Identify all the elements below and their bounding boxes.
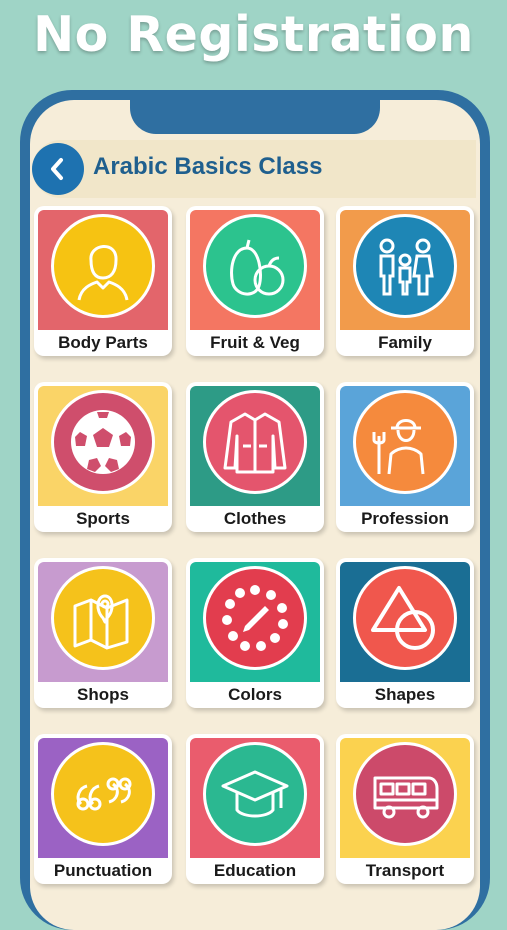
category-label: Transport xyxy=(365,861,445,880)
headline: No Registration xyxy=(33,6,474,63)
category-label: Clothes xyxy=(223,509,287,528)
category-label: Body Parts xyxy=(58,333,148,352)
map-pin-icon xyxy=(73,594,129,650)
icon-circle xyxy=(51,214,155,318)
palette-icon xyxy=(222,585,288,651)
icon-circle xyxy=(353,566,457,670)
icon-circle xyxy=(51,566,155,670)
category-label: Family xyxy=(378,333,432,352)
icon-circle xyxy=(353,390,457,494)
icon-circle xyxy=(203,742,307,846)
category-label: Shapes xyxy=(374,685,436,704)
category-tile[interactable]: Fruit & Veg xyxy=(186,206,324,356)
back-button[interactable] xyxy=(32,143,84,195)
phone-notch xyxy=(130,90,380,134)
icon-circle xyxy=(353,742,457,846)
category-tile[interactable]: Transport xyxy=(336,734,474,884)
category-label: Sports xyxy=(76,509,130,528)
person-icon xyxy=(77,245,129,301)
category-tile[interactable]: Sports xyxy=(34,382,172,532)
category-tile[interactable]: Shops xyxy=(34,558,172,708)
category-label: Profession xyxy=(361,509,449,528)
farmer-icon xyxy=(372,419,425,475)
family-icon xyxy=(379,238,434,296)
jacket-icon xyxy=(223,412,287,474)
graduation-cap-icon xyxy=(221,770,289,818)
category-tile[interactable]: Colors xyxy=(186,558,324,708)
icon-circle xyxy=(203,566,307,670)
icon-circle xyxy=(51,742,155,846)
category-label: Shops xyxy=(77,685,129,704)
category-tile[interactable]: Punctuation xyxy=(34,734,172,884)
category-tile[interactable]: Shapes xyxy=(336,558,474,708)
category-tile[interactable]: Clothes xyxy=(186,382,324,532)
icon-circle xyxy=(51,390,155,494)
shapes-icon xyxy=(371,586,435,650)
category-tile[interactable]: Family xyxy=(336,206,474,356)
fruit-icon xyxy=(230,239,285,296)
category-tile[interactable]: Profession xyxy=(336,382,474,532)
category-tile[interactable]: Body Parts xyxy=(34,206,172,356)
category-label: Fruit & Veg xyxy=(210,333,300,352)
soccer-ball-icon xyxy=(71,410,135,474)
icon-circle xyxy=(353,214,457,318)
category-label: Punctuation xyxy=(53,861,153,880)
page-title: Arabic Basics Class xyxy=(93,153,323,180)
category-label: Education xyxy=(213,861,297,880)
category-label: Colors xyxy=(228,685,282,704)
icon-circle xyxy=(203,214,307,318)
category-tile[interactable]: Education xyxy=(186,734,324,884)
bus-icon xyxy=(373,776,439,819)
chevron-left-icon xyxy=(51,158,63,180)
quote-marks-icon xyxy=(76,777,132,811)
icon-circle xyxy=(203,390,307,494)
